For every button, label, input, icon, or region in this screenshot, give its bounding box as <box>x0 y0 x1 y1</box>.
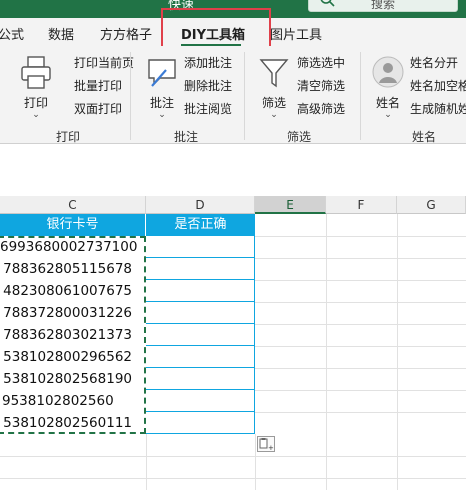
filter-button[interactable]: 筛选 ⌄ <box>254 52 294 122</box>
grid-line <box>255 258 466 259</box>
duplex-icon <box>59 102 71 114</box>
printer-icon <box>21 56 51 89</box>
grid-line <box>255 236 466 237</box>
result-cell[interactable] <box>146 324 255 346</box>
delete-comment-label: 删除批注 <box>184 79 233 93</box>
random-name-label: 生成随机姓 <box>410 102 466 116</box>
name-button-label: 姓名 <box>375 96 400 110</box>
duplex-print-button[interactable]: 双面打印 <box>59 100 122 118</box>
filter-selected-button[interactable]: 筛选选中 <box>297 54 345 72</box>
header-cell-card-number[interactable]: 银行卡号 <box>0 214 146 236</box>
formula-bar-area <box>0 144 466 196</box>
comment-group-label: 批注 <box>174 130 199 144</box>
search-placeholder: 搜索 <box>371 0 396 11</box>
comment-icon <box>148 59 176 87</box>
column-header-e[interactable]: E <box>255 196 326 214</box>
result-cell[interactable] <box>146 390 255 412</box>
advanced-filter-button[interactable]: 高级筛选 <box>297 100 345 118</box>
result-cell[interactable] <box>146 368 255 390</box>
review-comments-label: 批注阅览 <box>184 102 233 116</box>
grid-line <box>146 434 147 490</box>
name-add-space-label: 姓名加空格 <box>410 79 466 93</box>
tab-image-tools[interactable]: 图片工具 <box>270 24 322 43</box>
tab-formulas[interactable]: 公式 <box>0 24 24 43</box>
person-icon <box>372 56 404 88</box>
group-separator <box>360 52 361 140</box>
column-header-d[interactable]: D <box>146 196 255 214</box>
name-button[interactable]: 姓名 ⌄ <box>368 52 408 122</box>
print-current-page-button[interactable]: 打印当前页 <box>59 54 134 72</box>
header-cell-is-correct[interactable]: 是否正确 <box>146 214 255 236</box>
svg-text:+: + <box>268 444 274 451</box>
pages-icon <box>59 79 71 91</box>
result-cell[interactable] <box>146 258 255 280</box>
clear-filter-button[interactable]: 清空筛选 <box>297 77 345 95</box>
print-button-label: 打印 <box>23 96 48 110</box>
chevron-down-icon: ⌄ <box>32 110 40 120</box>
comment-button-label: 批注 <box>149 96 174 110</box>
group-separator <box>244 52 245 140</box>
review-comments-button[interactable]: 批注阅览 <box>184 100 232 118</box>
filter-group-label: 筛选 <box>287 130 312 144</box>
add-comment-button[interactable]: 添加批注 <box>184 54 232 72</box>
filter-button-label: 筛选 <box>261 96 286 110</box>
grid-line <box>255 324 466 325</box>
result-cell[interactable] <box>146 236 255 258</box>
column-header-c[interactable]: C <box>0 196 146 214</box>
column-header-f[interactable]: F <box>326 196 397 214</box>
chevron-down-icon: ⌄ <box>384 110 392 120</box>
paste-options-button[interactable]: + <box>257 436 275 452</box>
grid-line <box>255 368 466 369</box>
grid-line <box>255 346 466 347</box>
ribbon: 打印 ⌄ 打印当前页 批量打印 双面打印 打印 批注 ⌄ 添加批注 删除批注 批… <box>0 46 466 144</box>
page-icon <box>59 56 71 68</box>
grid-line <box>397 214 398 490</box>
grid-line <box>0 478 466 479</box>
tab-data[interactable]: 数据 <box>48 24 74 43</box>
result-cell[interactable] <box>146 280 255 302</box>
duplex-print-label: 双面打印 <box>74 102 123 116</box>
search-icon <box>320 0 335 7</box>
funnel-icon <box>259 59 289 88</box>
group-separator <box>130 52 131 140</box>
grid-line <box>255 280 466 281</box>
chevron-down-icon: ⌄ <box>158 110 166 120</box>
split-name-button[interactable]: 姓名分开 <box>410 54 458 72</box>
grid-line <box>255 390 466 391</box>
tab-fangfang[interactable]: 方方格子 <box>100 24 152 43</box>
comment-button[interactable]: 批注 ⌄ <box>142 52 182 122</box>
grid-line <box>326 214 327 490</box>
grid-line <box>255 434 256 490</box>
grid-line <box>0 456 466 457</box>
grid-line <box>255 412 466 413</box>
clipboard-icon: + <box>259 438 274 451</box>
copy-selection-marquee <box>0 236 146 434</box>
column-header-g[interactable]: G <box>397 196 466 214</box>
split-name-label: 姓名分开 <box>410 56 459 70</box>
batch-print-label: 批量打印 <box>74 79 123 93</box>
print-button[interactable]: 打印 ⌄ <box>16 52 56 122</box>
random-name-button[interactable]: 生成随机姓 <box>410 100 466 118</box>
filter-selected-label: 筛选选中 <box>297 56 346 70</box>
delete-comment-button[interactable]: 删除批注 <box>184 77 232 95</box>
add-comment-label: 添加批注 <box>184 56 233 70</box>
print-group-label: 打印 <box>56 130 81 144</box>
result-cell[interactable] <box>146 346 255 368</box>
search-box[interactable]: 搜索 <box>308 0 458 12</box>
grid-line <box>255 302 466 303</box>
chevron-down-icon: ⌄ <box>270 110 278 120</box>
name-add-space-button[interactable]: 姓名加空格 <box>410 77 466 95</box>
advanced-filter-label: 高级筛选 <box>297 102 346 116</box>
result-cell[interactable] <box>146 302 255 324</box>
print-current-page-label: 打印当前页 <box>74 56 135 70</box>
clear-filter-label: 清空筛选 <box>297 79 346 93</box>
batch-print-button[interactable]: 批量打印 <box>59 77 122 95</box>
name-group-label: 姓名 <box>412 130 437 144</box>
result-cell[interactable] <box>146 412 255 434</box>
